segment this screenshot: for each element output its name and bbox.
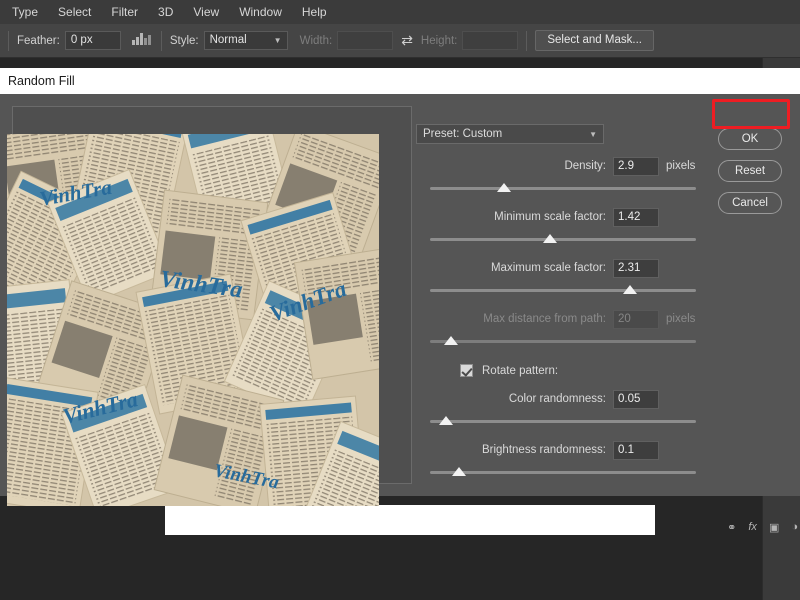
cancel-button[interactable]: Cancel: [718, 192, 782, 214]
maximum-scale-factor-label: Maximum scale factor:: [490, 262, 606, 274]
height-input: [462, 31, 519, 50]
control-row-maximum-scale-factor: Maximum scale factor: 2.31: [416, 258, 700, 297]
dialog-title: Random Fill: [8, 74, 75, 88]
canvas-sheet: [165, 505, 655, 535]
slider-track: [430, 289, 696, 292]
color-randomness-input[interactable]: 0.05: [613, 389, 659, 409]
dialog-buttons: OK Reset Cancel: [718, 128, 784, 224]
photoshop-window: Type Select Filter 3D View Window Help F…: [0, 0, 800, 600]
width-label: Width:: [299, 34, 333, 47]
menu-bar: Type Select Filter 3D View Window Help: [0, 0, 800, 24]
brightness-randomness-slider[interactable]: [430, 467, 696, 479]
rotate-pattern-row[interactable]: Rotate pattern:: [460, 364, 700, 377]
minimum-scale-factor-label: Minimum scale factor:: [494, 211, 606, 223]
feather-label: Feather:: [17, 34, 60, 47]
max-distance-from-path-input: 20: [613, 309, 659, 329]
rotate-pattern-label: Rotate pattern:: [482, 364, 559, 377]
feather-input[interactable]: 0 px: [64, 31, 121, 50]
control-row-brightness-randomness: Brightness randomness: 0.1: [416, 440, 700, 479]
slider-track: [430, 238, 696, 241]
histogram-icon[interactable]: [131, 31, 153, 50]
random-fill-dialog: Random Fill VinhTra VinhTra VinhTra Vinh…: [0, 68, 800, 506]
layer-mask-icon[interactable]: ▣: [769, 521, 779, 534]
density-slider[interactable]: [430, 183, 696, 195]
menu-item-type[interactable]: Type: [2, 3, 48, 21]
control-row-density: Density: 2.9 pixels: [416, 156, 700, 195]
slider-thumb[interactable]: [438, 416, 453, 425]
style-select-value: Normal: [209, 34, 247, 46]
rotate-pattern-checkbox[interactable]: [460, 364, 473, 377]
density-input[interactable]: 2.9: [613, 156, 659, 176]
options-divider-3: [526, 30, 528, 51]
link-icon[interactable]: ⚭: [727, 521, 736, 534]
dialog-body: VinhTra VinhTra VinhTra VinhTra VinhTra …: [0, 94, 800, 506]
fx-icon[interactable]: fx: [748, 521, 757, 533]
chevron-down-icon: ▼: [589, 129, 597, 139]
panel-footer-icons: ⚭ fx ▣ ◑: [678, 516, 798, 538]
max-distance-from-path-label: Max distance from path:: [483, 313, 606, 325]
height-label: Height:: [420, 34, 458, 47]
reset-button[interactable]: Reset: [718, 160, 782, 182]
menu-item-select[interactable]: Select: [48, 3, 101, 21]
controls-column: Preset: Custom ▼ Density: 2.9 pixels Min…: [416, 124, 700, 479]
brightness-randomness-input[interactable]: 0.1: [613, 440, 659, 460]
preset-select-label: Preset: Custom: [423, 128, 503, 140]
dialog-titlebar: Random Fill: [0, 68, 800, 94]
color-randomness-label: Color randomness:: [508, 393, 606, 405]
options-bar: Feather: 0 px Style: Normal ▼ Width: ⇄ H…: [0, 24, 800, 58]
slider-thumb[interactable]: [622, 285, 637, 294]
preset-select[interactable]: Preset: Custom ▼: [416, 124, 604, 144]
slider-track: [430, 340, 696, 343]
control-row-max-distance-from-path: Max distance from path: 20 pixels: [416, 309, 700, 348]
options-divider-1: [8, 30, 9, 51]
slider-thumb: [444, 336, 459, 345]
menu-item-help[interactable]: Help: [292, 3, 337, 21]
menu-item-filter[interactable]: Filter: [101, 3, 148, 21]
density-label: Density:: [564, 160, 606, 172]
color-randomness-slider[interactable]: [430, 416, 696, 428]
select-and-mask-button[interactable]: Select and Mask...: [535, 30, 654, 51]
max-distance-from-path-slider: [430, 336, 696, 348]
options-divider-2: [160, 30, 162, 51]
adjustment-icon[interactable]: ◑: [791, 521, 798, 533]
control-row-minimum-scale-factor: Minimum scale factor: 1.42: [416, 207, 700, 246]
slider-track: [430, 420, 696, 423]
density-unit: pixels: [666, 160, 696, 172]
chevron-down-icon: ▼: [273, 36, 282, 45]
minimum-scale-factor-slider[interactable]: [430, 234, 696, 246]
max-distance-from-path-unit: pixels: [666, 313, 696, 325]
swap-arrows-icon[interactable]: ⇄: [401, 32, 413, 49]
brightness-randomness-label: Brightness randomness:: [481, 444, 606, 456]
slider-thumb[interactable]: [452, 467, 467, 476]
slider-thumb[interactable]: [542, 234, 557, 243]
preview-image: VinhTra VinhTra VinhTra VinhTra VinhTra: [7, 134, 379, 506]
minimum-scale-factor-input[interactable]: 1.42: [613, 207, 659, 227]
ok-button[interactable]: OK: [718, 128, 782, 150]
slider-track: [430, 187, 696, 190]
menu-item-window[interactable]: Window: [229, 3, 292, 21]
width-input: [337, 31, 394, 50]
style-label: Style:: [169, 34, 199, 47]
maximum-scale-factor-slider[interactable]: [430, 285, 696, 297]
style-select[interactable]: Normal ▼: [203, 31, 288, 50]
menu-item-3d[interactable]: 3D: [148, 3, 183, 21]
slider-track: [430, 471, 696, 474]
maximum-scale-factor-input[interactable]: 2.31: [613, 258, 659, 278]
menu-item-view[interactable]: View: [183, 3, 229, 21]
slider-thumb[interactable]: [497, 183, 512, 192]
control-row-color-randomness: Color randomness: 0.05: [416, 389, 700, 428]
